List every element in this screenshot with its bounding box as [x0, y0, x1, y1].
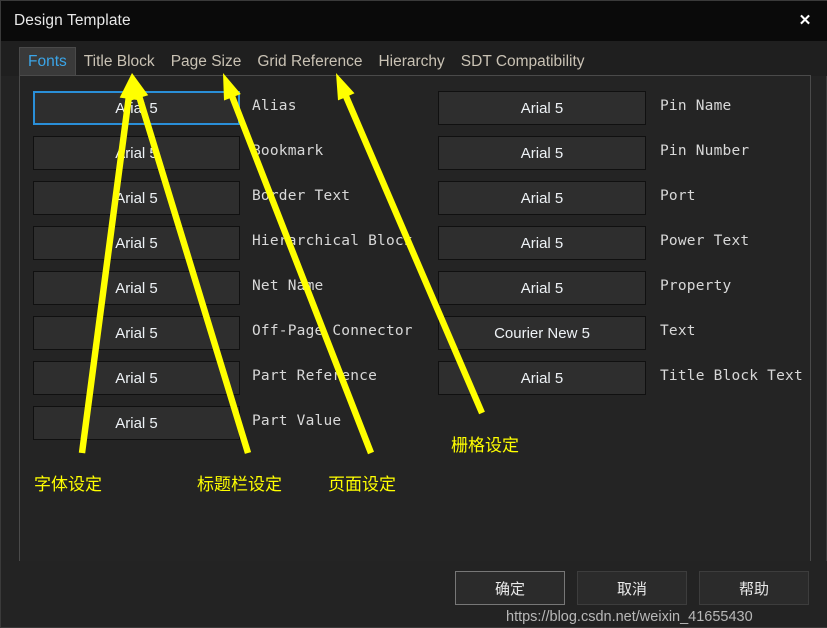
annotation-note: 页面设定 [328, 470, 396, 495]
title-bar: Design Template ✕ [1, 1, 827, 41]
font-row: Arial 5Power Text [432, 226, 807, 271]
font-row: Arial 5Part Value [26, 406, 434, 451]
annotation-note: 字体设定 [34, 470, 102, 495]
font-label-part-value: Part Value [252, 412, 442, 430]
font-row: Arial 5Pin Name [432, 91, 807, 136]
font-button-bookmark[interactable]: Arial 5 [33, 136, 240, 170]
font-label-power-text: Power Text [660, 232, 811, 250]
font-button-part-reference[interactable]: Arial 5 [33, 361, 240, 395]
font-row: Arial 5Pin Number [432, 136, 807, 181]
watermark: https://blog.csdn.net/weixin_41655430 [506, 609, 753, 625]
font-label-pin-name: Pin Name [660, 97, 811, 115]
font-row: Arial 5Alias [26, 91, 434, 136]
font-button-title-block-text[interactable]: Arial 5 [438, 361, 646, 395]
font-label-alias: Alias [252, 97, 442, 115]
tab-title-block[interactable]: Title Block [76, 47, 163, 76]
font-button-border-text[interactable]: Arial 5 [33, 181, 240, 215]
tab-hierarchy[interactable]: Hierarchy [370, 47, 452, 76]
tab-strip: FontsTitle BlockPage SizeGrid ReferenceH… [1, 41, 827, 76]
font-button-hierarchical-block[interactable]: Arial 5 [33, 226, 240, 260]
tab-fonts[interactable]: Fonts [19, 47, 76, 76]
font-button-power-text[interactable]: Arial 5 [438, 226, 646, 260]
annotation-note: 标题栏设定 [197, 470, 282, 495]
tab-sdt-compatibility[interactable]: SDT Compatibility [453, 47, 593, 76]
font-row: Arial 5Property [432, 271, 807, 316]
help-button[interactable]: 帮助 [699, 571, 809, 605]
tab-page-size[interactable]: Page Size [163, 47, 250, 76]
cancel-button[interactable]: 取消 [577, 571, 687, 605]
font-label-text: Text [660, 322, 811, 340]
font-label-bookmark: Bookmark [252, 142, 442, 160]
font-row: Arial 5Title Block Text [432, 361, 807, 406]
font-label-title-block-text: Title Block Text [660, 367, 811, 385]
fonts-tab-panel: Arial 5AliasArial 5BookmarkArial 5Border… [19, 75, 811, 562]
font-list-right-column: Arial 5Pin NameArial 5Pin NumberArial 5P… [432, 91, 807, 406]
font-button-net-name[interactable]: Arial 5 [33, 271, 240, 305]
font-row: Arial 5Net Name [26, 271, 434, 316]
font-button-pin-number[interactable]: Arial 5 [438, 136, 646, 170]
ok-button[interactable]: 确定 [455, 571, 565, 605]
font-row: Arial 5Border Text [26, 181, 434, 226]
font-button-text[interactable]: Courier New 5 [438, 316, 646, 350]
tab-grid-reference[interactable]: Grid Reference [249, 47, 370, 76]
font-label-off-page-connector: Off-Page Connector [252, 322, 442, 340]
close-icon[interactable]: ✕ [782, 1, 827, 39]
font-button-off-page-connector[interactable]: Arial 5 [33, 316, 240, 350]
window-title: Design Template [14, 12, 131, 30]
font-row: Arial 5Bookmark [26, 136, 434, 181]
font-label-part-reference: Part Reference [252, 367, 442, 385]
font-row: Arial 5Hierarchical Block [26, 226, 434, 271]
font-row: Arial 5Off-Page Connector [26, 316, 434, 361]
font-row: Courier New 5Text [432, 316, 807, 361]
font-label-port: Port [660, 187, 811, 205]
design-template-dialog: Design Template ✕ FontsTitle BlockPage S… [0, 0, 827, 628]
font-label-border-text: Border Text [252, 187, 442, 205]
font-list-left-column: Arial 5AliasArial 5BookmarkArial 5Border… [26, 91, 434, 451]
font-button-property[interactable]: Arial 5 [438, 271, 646, 305]
font-label-property: Property [660, 277, 811, 295]
font-label-hierarchical-block: Hierarchical Block [252, 232, 442, 250]
font-row: Arial 5Port [432, 181, 807, 226]
font-button-port[interactable]: Arial 5 [438, 181, 646, 215]
font-row: Arial 5Part Reference [26, 361, 434, 406]
font-button-part-value[interactable]: Arial 5 [33, 406, 240, 440]
font-button-alias[interactable]: Arial 5 [33, 91, 240, 125]
annotation-note: 栅格设定 [451, 431, 519, 456]
font-label-pin-number: Pin Number [660, 142, 811, 160]
font-label-net-name: Net Name [252, 277, 442, 295]
font-button-pin-name[interactable]: Arial 5 [438, 91, 646, 125]
